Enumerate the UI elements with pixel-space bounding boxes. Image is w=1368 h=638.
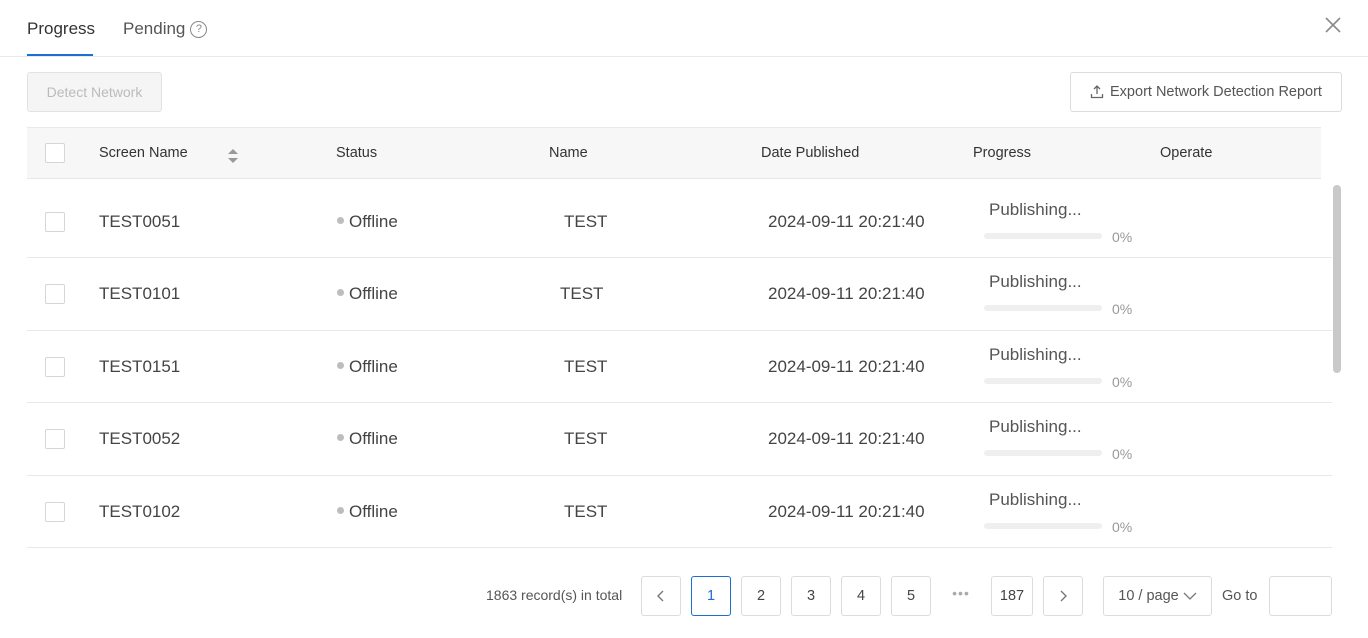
row-checkbox[interactable] <box>45 357 65 377</box>
column-header-date-published: Date Published <box>761 145 860 161</box>
table-row: TEST0052 Offline TEST 2024-09-11 20:21:4… <box>27 403 1332 476</box>
column-header-progress: Progress <box>973 145 1032 161</box>
goto-label: Go to <box>1222 588 1258 604</box>
chevron-left-icon <box>657 590 664 602</box>
progress-percent: 0% <box>1112 446 1133 462</box>
chevron-right-icon <box>1060 590 1067 602</box>
total-records: 1863 record(s) in total <box>486 587 623 603</box>
date-published-cell: 2024-09-11 20:21:40 <box>768 212 925 231</box>
status-dot <box>337 362 344 370</box>
progress-status-label: Publishing... <box>989 417 1082 436</box>
screen-name-cell: TEST0052 <box>99 429 181 448</box>
name-cell: TEST <box>564 502 608 521</box>
screen-name-cell: TEST0151 <box>99 357 181 376</box>
export-report-button[interactable]: Export Network Detection Report <box>1070 72 1342 112</box>
close-icon <box>1325 17 1341 33</box>
row-checkbox[interactable] <box>45 284 65 304</box>
status-cell: Offline <box>337 502 398 522</box>
status-text: Offline <box>349 502 398 521</box>
progress-status-label: Publishing... <box>989 490 1082 509</box>
progress-bar <box>984 378 1102 384</box>
status-dot <box>337 289 344 297</box>
select-all-checkbox[interactable] <box>45 143 65 163</box>
detect-network-button[interactable]: Detect Network <box>27 72 162 112</box>
sort-icon[interactable] <box>227 147 239 165</box>
name-cell: TEST <box>564 357 608 376</box>
tab-pending-label: Pending <box>123 19 186 38</box>
name-cell: TEST <box>560 284 604 303</box>
progress-percent: 0% <box>1112 519 1133 535</box>
screen-name-cell: TEST0051 <box>99 212 181 231</box>
status-cell: Offline <box>337 429 398 449</box>
table-scrollbar[interactable] <box>1333 185 1341 373</box>
row-checkbox[interactable] <box>45 212 65 232</box>
question-circle-icon[interactable]: ? <box>190 20 208 38</box>
progress-bar <box>984 523 1102 529</box>
page-button-4[interactable]: 4 <box>841 576 881 616</box>
page-button-5[interactable]: 5 <box>891 576 931 616</box>
page-size-select[interactable]: 10 / page <box>1103 576 1212 616</box>
column-header-name: Name <box>549 145 588 161</box>
status-cell: Offline <box>337 212 398 232</box>
upload-icon <box>1090 85 1104 99</box>
progress-status-label: Publishing... <box>989 345 1082 364</box>
status-cell: Offline <box>337 284 398 304</box>
name-cell: TEST <box>564 212 608 231</box>
progress-status-label: Publishing... <box>989 272 1082 291</box>
close-button[interactable] <box>1322 14 1344 36</box>
column-header-screen-name[interactable]: Screen Name <box>99 145 188 161</box>
row-checkbox[interactable] <box>45 502 65 522</box>
date-published-cell: 2024-09-11 20:21:40 <box>768 502 925 521</box>
page-button-3[interactable]: 3 <box>791 576 831 616</box>
progress-status-label: Publishing... <box>989 200 1082 219</box>
tab-bar: Progress Pending ? <box>0 0 1368 57</box>
progress-bar <box>984 450 1102 456</box>
prev-page-button[interactable] <box>641 576 681 616</box>
column-header-status: Status <box>336 145 378 161</box>
date-published-cell: 2024-09-11 20:21:40 <box>768 357 925 376</box>
tab-progress[interactable]: Progress <box>27 19 95 39</box>
date-published-cell: 2024-09-11 20:21:40 <box>768 429 925 448</box>
status-text: Offline <box>349 429 398 448</box>
column-header-operate: Operate <box>1160 145 1213 161</box>
progress-percent: 0% <box>1112 301 1133 317</box>
next-page-button[interactable] <box>1043 576 1083 616</box>
name-cell: TEST <box>564 429 608 448</box>
status-text: Offline <box>349 357 398 376</box>
status-dot <box>337 217 344 225</box>
tab-pending[interactable]: Pending ? <box>123 19 208 39</box>
table-row: TEST0151 Offline TEST 2024-09-11 20:21:4… <box>27 330 1332 403</box>
screen-name-cell: TEST0101 <box>99 284 181 303</box>
status-text: Offline <box>349 284 398 303</box>
page-ellipsis[interactable]: ••• <box>941 585 981 601</box>
status-cell: Offline <box>337 357 398 377</box>
status-dot <box>337 434 344 442</box>
row-checkbox[interactable] <box>45 429 65 449</box>
status-dot <box>337 507 344 515</box>
table-header: Screen Name Status Name Date Published P… <box>27 127 1321 179</box>
page-size-value: 10 / page <box>1118 588 1179 604</box>
progress-percent: 0% <box>1112 374 1133 390</box>
page-button-2[interactable]: 2 <box>741 576 781 616</box>
progress-percent: 0% <box>1112 229 1133 245</box>
page-button-last[interactable]: 187 <box>991 576 1033 616</box>
table-row: TEST0102 Offline TEST 2024-09-11 20:21:4… <box>27 475 1332 548</box>
status-text: Offline <box>349 212 398 231</box>
chevron-down-icon <box>1183 592 1197 600</box>
progress-bar <box>984 233 1102 239</box>
export-report-label: Export Network Detection Report <box>1110 84 1322 100</box>
progress-bar <box>984 305 1102 311</box>
table-row: TEST0101 Offline TEST 2024-09-11 20:21:4… <box>27 258 1332 331</box>
table-row: TEST0051 Offline TEST 2024-09-11 20:21:4… <box>27 185 1332 258</box>
active-tab-indicator <box>27 54 93 56</box>
date-published-cell: 2024-09-11 20:21:40 <box>768 284 925 303</box>
screen-name-cell: TEST0102 <box>99 502 181 521</box>
goto-page-input[interactable] <box>1269 576 1332 616</box>
page-button-1[interactable]: 1 <box>691 576 731 616</box>
